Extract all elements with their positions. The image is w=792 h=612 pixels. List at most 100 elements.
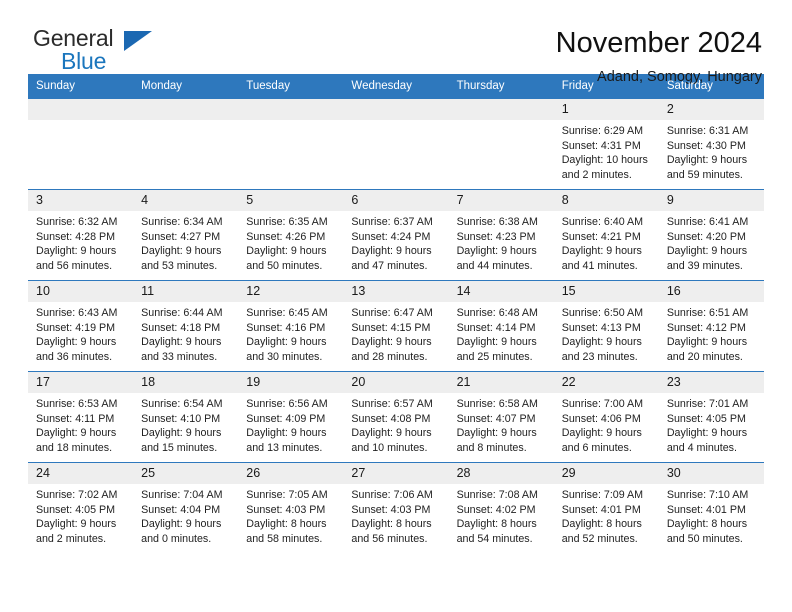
daylight-text: Daylight: 9 hours and 47 minutes. bbox=[351, 245, 432, 272]
sunset-text: Sunset: 4:04 PM bbox=[141, 503, 221, 516]
day-number bbox=[133, 99, 239, 120]
calendar-day-cell[interactable]: 3 Sunrise: 6:32 AM Sunset: 4:28 PM Daylight… bbox=[28, 189, 134, 281]
daylight-text: Daylight: 9 hours and 41 minutes. bbox=[561, 245, 642, 272]
sunset-text: Sunset: 4:05 PM bbox=[36, 503, 116, 516]
brand-name-secondary: Blue bbox=[61, 48, 107, 74]
day-sun-info: Sunrise: 7:04 AM Sunset: 4:04 PM Daylight:… bbox=[133, 484, 238, 546]
day-cell-inner bbox=[238, 99, 344, 189]
day-number: 21 bbox=[448, 372, 554, 393]
day-cell-inner bbox=[448, 99, 554, 189]
sunset-text: Sunset: 4:20 PM bbox=[666, 230, 746, 243]
calendar-day-cell[interactable]: 26 Sunrise: 7:05 AM Sunset: 4:03 PM Dayligh… bbox=[238, 462, 344, 553]
day-number: 29 bbox=[553, 463, 659, 484]
day-sun-info: Sunrise: 7:00 AM Sunset: 4:06 PM Daylight:… bbox=[554, 393, 659, 455]
sunrise-text: Sunrise: 6:38 AM bbox=[456, 216, 538, 228]
day-sun-info: Sunrise: 6:58 AM Sunset: 4:07 PM Daylight:… bbox=[449, 393, 554, 455]
calendar-day-cell[interactable]: 12 Sunrise: 6:45 AM Sunset: 4:16 PM Dayligh… bbox=[238, 280, 344, 372]
day-cell-inner: 3 Sunrise: 6:32 AM Sunset: 4:28 PM Daylight… bbox=[28, 190, 134, 280]
day-number: 25 bbox=[133, 463, 239, 484]
day-sun-info: Sunrise: 7:06 AM Sunset: 4:03 PM Daylight:… bbox=[343, 484, 448, 546]
calendar-day-cell[interactable]: 21 Sunrise: 6:58 AM Sunset: 4:07 PM Dayligh… bbox=[448, 371, 554, 463]
daylight-text: Daylight: 9 hours and 50 minutes. bbox=[246, 245, 327, 272]
calendar-day-cell[interactable]: 15 Sunrise: 6:50 AM Sunset: 4:13 PM Dayligh… bbox=[553, 280, 659, 372]
calendar-day-cell[interactable]: 22 Sunrise: 7:00 AM Sunset: 4:06 PM Dayligh… bbox=[553, 371, 659, 463]
calendar-day-cell[interactable]: 11 Sunrise: 6:44 AM Sunset: 4:18 PM Dayligh… bbox=[133, 280, 239, 372]
day-cell-inner bbox=[133, 99, 239, 189]
calendar-day-cell[interactable]: 16 Sunrise: 6:51 AM Sunset: 4:12 PM Dayligh… bbox=[658, 280, 764, 372]
calendar-week-row: 3 Sunrise: 6:32 AM Sunset: 4:28 PM Daylight… bbox=[28, 189, 764, 281]
sunset-text: Sunset: 4:11 PM bbox=[36, 412, 115, 425]
day-cell-inner: 26 Sunrise: 7:05 AM Sunset: 4:03 PM Dayligh… bbox=[238, 463, 344, 553]
calendar-day-cell[interactable]: 7 Sunrise: 6:38 AM Sunset: 4:23 PM Daylight… bbox=[448, 189, 554, 281]
day-cell-inner: 19 Sunrise: 6:56 AM Sunset: 4:09 PM Dayligh… bbox=[238, 372, 344, 462]
sunset-text: Sunset: 4:27 PM bbox=[141, 230, 221, 243]
day-cell-inner: 4 Sunrise: 6:34 AM Sunset: 4:27 PM Daylight… bbox=[133, 190, 239, 280]
sunrise-text: Sunrise: 6:31 AM bbox=[666, 125, 749, 137]
day-sun-info: Sunrise: 6:47 AM Sunset: 4:15 PM Daylight:… bbox=[343, 302, 448, 364]
day-sun-info: Sunrise: 6:45 AM Sunset: 4:16 PM Daylight:… bbox=[238, 302, 343, 364]
calendar-day-cell[interactable]: 28 Sunrise: 7:08 AM Sunset: 4:02 PM Dayligh… bbox=[448, 462, 554, 553]
sunrise-text: Sunrise: 6:34 AM bbox=[141, 216, 223, 228]
page-header: General Blue November 2024 Adand, Somogy… bbox=[28, 0, 764, 85]
calendar-day-cell[interactable]: 10 Sunrise: 6:43 AM Sunset: 4:19 PM Dayligh… bbox=[28, 280, 134, 372]
day-sun-info: Sunrise: 6:41 AM Sunset: 4:20 PM Daylight:… bbox=[659, 211, 764, 273]
daylight-text: Daylight: 9 hours and 8 minutes. bbox=[456, 427, 537, 454]
calendar-day-cell[interactable]: 18 Sunrise: 6:54 AM Sunset: 4:10 PM Dayligh… bbox=[133, 371, 239, 463]
day-sun-info: Sunrise: 7:09 AM Sunset: 4:01 PM Daylight:… bbox=[554, 484, 659, 546]
calendar-day-cell[interactable]: 2 Sunrise: 6:31 AM Sunset: 4:30 PM Daylight… bbox=[658, 99, 764, 190]
sunrise-text: Sunrise: 6:56 AM bbox=[246, 398, 328, 410]
daylight-text: Daylight: 9 hours and 36 minutes. bbox=[36, 336, 117, 363]
day-cell-inner: 11 Sunrise: 6:44 AM Sunset: 4:18 PM Dayligh… bbox=[133, 281, 239, 371]
sunset-text: Sunset: 4:03 PM bbox=[246, 503, 326, 516]
sunrise-text: Sunrise: 6:29 AM bbox=[561, 125, 644, 137]
day-sun-info: Sunrise: 6:29 AM Sunset: 4:31 PM Daylight:… bbox=[554, 120, 659, 182]
sunset-text: Sunset: 4:05 PM bbox=[666, 412, 746, 425]
sunset-text: Sunset: 4:12 PM bbox=[666, 321, 746, 334]
day-cell-inner: 25 Sunrise: 7:04 AM Sunset: 4:04 PM Dayligh… bbox=[133, 463, 239, 553]
calendar-day-cell[interactable]: 6 Sunrise: 6:37 AM Sunset: 4:24 PM Daylight… bbox=[343, 189, 449, 281]
calendar-day-cell[interactable]: 29 Sunrise: 7:09 AM Sunset: 4:01 PM Dayligh… bbox=[553, 462, 659, 553]
calendar-day-cell[interactable]: 19 Sunrise: 6:56 AM Sunset: 4:09 PM Dayligh… bbox=[238, 371, 344, 463]
sunset-text: Sunset: 4:09 PM bbox=[246, 412, 326, 425]
calendar-day-cell[interactable]: 5 Sunrise: 6:35 AM Sunset: 4:26 PM Daylight… bbox=[238, 189, 344, 281]
day-sun-info: Sunrise: 6:50 AM Sunset: 4:13 PM Daylight:… bbox=[554, 302, 659, 364]
calendar-page: General Blue November 2024 Adand, Somogy… bbox=[0, 0, 792, 612]
sunrise-text: Sunrise: 7:04 AM bbox=[141, 489, 223, 501]
day-cell-inner: 12 Sunrise: 6:45 AM Sunset: 4:16 PM Dayligh… bbox=[238, 281, 344, 371]
calendar-day-cell[interactable]: 4 Sunrise: 6:34 AM Sunset: 4:27 PM Daylight… bbox=[133, 189, 239, 281]
calendar-day-cell[interactable]: 1 Sunrise: 6:29 AM Sunset: 4:31 PM Daylight… bbox=[553, 99, 659, 190]
calendar-day-cell[interactable]: 13 Sunrise: 6:47 AM Sunset: 4:15 PM Dayligh… bbox=[343, 280, 449, 372]
day-cell-inner: 10 Sunrise: 6:43 AM Sunset: 4:19 PM Dayligh… bbox=[28, 281, 134, 371]
calendar-day-cell[interactable]: 30 Sunrise: 7:10 AM Sunset: 4:01 PM Dayligh… bbox=[658, 462, 764, 553]
calendar-cell-empty bbox=[238, 99, 344, 190]
day-number: 12 bbox=[238, 281, 344, 302]
sunset-text: Sunset: 4:06 PM bbox=[561, 412, 641, 425]
day-number: 16 bbox=[658, 281, 764, 302]
sunset-text: Sunset: 4:18 PM bbox=[141, 321, 221, 334]
day-number: 15 bbox=[553, 281, 659, 302]
sunrise-text: Sunrise: 6:53 AM bbox=[36, 398, 118, 410]
calendar-day-cell[interactable]: 17 Sunrise: 6:53 AM Sunset: 4:11 PM Dayligh… bbox=[28, 371, 134, 463]
calendar-day-cell[interactable]: 14 Sunrise: 6:48 AM Sunset: 4:14 PM Dayligh… bbox=[448, 280, 554, 372]
weekday-header-thursday: Thursday bbox=[448, 74, 554, 99]
sunrise-text: Sunrise: 6:48 AM bbox=[456, 307, 538, 319]
day-sun-info: Sunrise: 7:10 AM Sunset: 4:01 PM Daylight:… bbox=[659, 484, 764, 546]
calendar-day-cell[interactable]: 8 Sunrise: 6:40 AM Sunset: 4:21 PM Daylight… bbox=[553, 189, 659, 281]
calendar-day-cell[interactable]: 9 Sunrise: 6:41 AM Sunset: 4:20 PM Daylight… bbox=[658, 189, 764, 281]
daylight-text: Daylight: 9 hours and 44 minutes. bbox=[456, 245, 537, 272]
day-number: 26 bbox=[238, 463, 344, 484]
brand-logo[interactable]: General Blue bbox=[28, 26, 173, 78]
calendar-day-cell[interactable]: 27 Sunrise: 7:06 AM Sunset: 4:03 PM Dayligh… bbox=[343, 462, 449, 553]
daylight-text: Daylight: 9 hours and 13 minutes. bbox=[246, 427, 327, 454]
calendar-table: Sunday Monday Tuesday Wednesday Thursday Frid… bbox=[28, 74, 764, 553]
daylight-text: Daylight: 9 hours and 56 minutes. bbox=[36, 245, 117, 272]
day-number: 9 bbox=[658, 190, 764, 211]
calendar-day-cell[interactable]: 20 Sunrise: 6:57 AM Sunset: 4:08 PM Dayligh… bbox=[343, 371, 449, 463]
day-sun-info: Sunrise: 6:43 AM Sunset: 4:19 PM Daylight:… bbox=[28, 302, 133, 364]
calendar-day-cell[interactable]: 23 Sunrise: 7:01 AM Sunset: 4:05 PM Dayligh… bbox=[658, 371, 764, 463]
day-number: 8 bbox=[553, 190, 659, 211]
sunset-text: Sunset: 4:31 PM bbox=[561, 139, 641, 152]
calendar-day-cell[interactable]: 24 Sunrise: 7:02 AM Sunset: 4:05 PM Dayligh… bbox=[28, 462, 134, 553]
day-number: 7 bbox=[448, 190, 554, 211]
calendar-day-cell[interactable]: 25 Sunrise: 7:04 AM Sunset: 4:04 PM Dayligh… bbox=[133, 462, 239, 553]
